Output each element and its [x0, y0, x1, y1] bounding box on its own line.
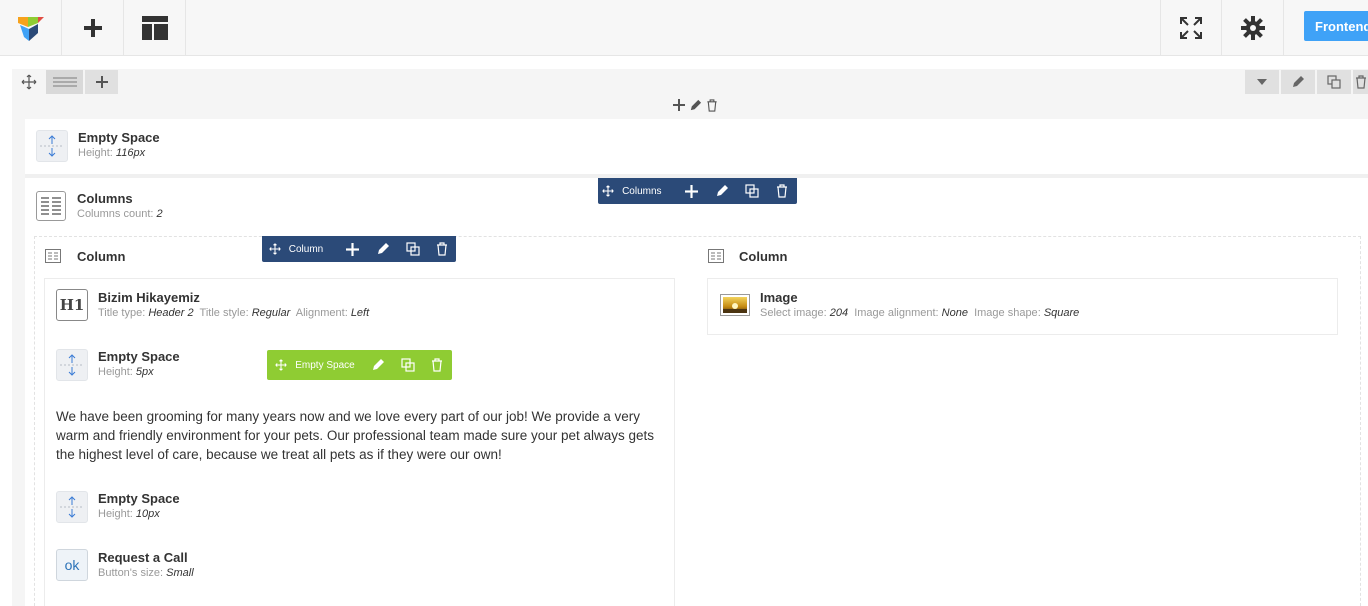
element-title: Bizim Hikayemiz [98, 290, 200, 305]
row-toggle-button[interactable] [1245, 70, 1279, 94]
element-title: Empty Space [98, 491, 180, 506]
column-icon [708, 249, 724, 263]
clone-icon [406, 242, 420, 256]
clone-icon [745, 184, 759, 198]
trash-icon [437, 242, 447, 256]
pencil-icon [373, 359, 384, 370]
columns-clone-button[interactable] [737, 178, 767, 204]
trash-icon [1355, 75, 1366, 89]
element-title: Empty Space [78, 130, 160, 145]
element-toolbar-label: Empty Space [295, 359, 355, 371]
row-add-column-button[interactable] [85, 70, 118, 94]
column-icon [45, 249, 61, 263]
settings-button[interactable] [1222, 0, 1284, 55]
move-icon [21, 74, 36, 90]
heading-icon: H1 [56, 289, 88, 321]
element-params: Button's size: Small [98, 567, 194, 579]
fullscreen-icon [1180, 16, 1202, 39]
row-layout-button[interactable] [46, 70, 83, 94]
element-title: Empty Space [98, 349, 180, 364]
add-element-button[interactable] [62, 0, 124, 55]
column-edit-button[interactable] [368, 236, 398, 262]
column-clone-button[interactable] [398, 236, 428, 262]
columns-add-button[interactable] [676, 178, 708, 204]
element-params: Title type: Header 2 Title style: Regula… [98, 307, 370, 319]
empty-space-icon [56, 491, 88, 523]
row-edit-button[interactable] [1281, 70, 1315, 94]
column-move-handle[interactable]: Column [262, 236, 330, 262]
element-edit-button[interactable] [363, 350, 393, 380]
column-add-button[interactable] [336, 236, 368, 262]
plus-icon [83, 18, 102, 37]
button-element-icon: ok [56, 549, 88, 581]
templates-button[interactable] [124, 0, 186, 55]
plus-icon [95, 76, 108, 88]
section-controls [673, 97, 725, 113]
element-title: Image [760, 290, 798, 305]
trash-icon[interactable] [706, 98, 718, 112]
frontend-button[interactable]: Frontend [1304, 11, 1368, 41]
plus-icon [345, 242, 359, 256]
element-params: Columns count: 2 [77, 208, 163, 220]
row-delete-button[interactable] [1353, 70, 1368, 94]
column-title: Column [77, 249, 126, 264]
columns-toolbar-label: Columns [622, 185, 662, 197]
empty-space-icon [56, 349, 88, 381]
pencil-icon[interactable] [689, 99, 702, 112]
row-layout-icon [52, 77, 77, 87]
element-toolbar: Empty Space [267, 350, 452, 380]
move-icon [602, 185, 614, 197]
empty-space-icon [36, 130, 68, 162]
gear-icon [1240, 15, 1265, 40]
move-icon [275, 359, 287, 371]
clone-icon [1327, 75, 1341, 89]
element-move-handle[interactable]: Empty Space [267, 350, 363, 380]
element-params: Height: 5px [98, 366, 154, 378]
element-params: Select image: 204 Image alignment: None … [760, 307, 1080, 319]
columns-move-handle[interactable]: Columns [598, 178, 666, 204]
column-toolbar-label: Column [288, 243, 324, 255]
plus-icon[interactable] [673, 99, 685, 111]
layout-icon [141, 15, 168, 40]
image-icon [720, 294, 750, 316]
row-clone-button[interactable] [1317, 70, 1351, 94]
clone-icon [401, 358, 415, 372]
move-icon [269, 243, 281, 255]
pencil-icon [717, 185, 729, 196]
logo-icon [17, 16, 44, 41]
columns-icon [36, 191, 66, 221]
element-params: Height: 10px [98, 508, 160, 520]
pencil-icon [1293, 76, 1304, 87]
text-block[interactable]: We have been grooming for many years now… [56, 407, 666, 464]
top-navbar: Frontend [0, 0, 1368, 56]
trash-icon [777, 184, 788, 198]
fullscreen-button[interactable] [1160, 0, 1222, 55]
plus-icon [685, 184, 699, 198]
element-clone-button[interactable] [393, 350, 423, 380]
pencil-icon [378, 243, 389, 254]
logo[interactable] [0, 0, 62, 55]
element-title: Columns [77, 191, 133, 206]
element-params: Height: 116px [78, 147, 146, 159]
element-delete-button[interactable] [423, 350, 451, 380]
chevron-down-icon [1257, 79, 1267, 85]
row-move-handle[interactable] [12, 70, 45, 94]
columns-toolbar: Columns [598, 178, 797, 204]
column-toolbar: Column [262, 236, 456, 262]
element-title: Request a Call [98, 550, 188, 565]
trash-icon [432, 358, 442, 372]
columns-delete-button[interactable] [767, 178, 797, 204]
column-delete-button[interactable] [428, 236, 456, 262]
column-title: Column [739, 249, 788, 264]
columns-edit-button[interactable] [707, 178, 737, 204]
